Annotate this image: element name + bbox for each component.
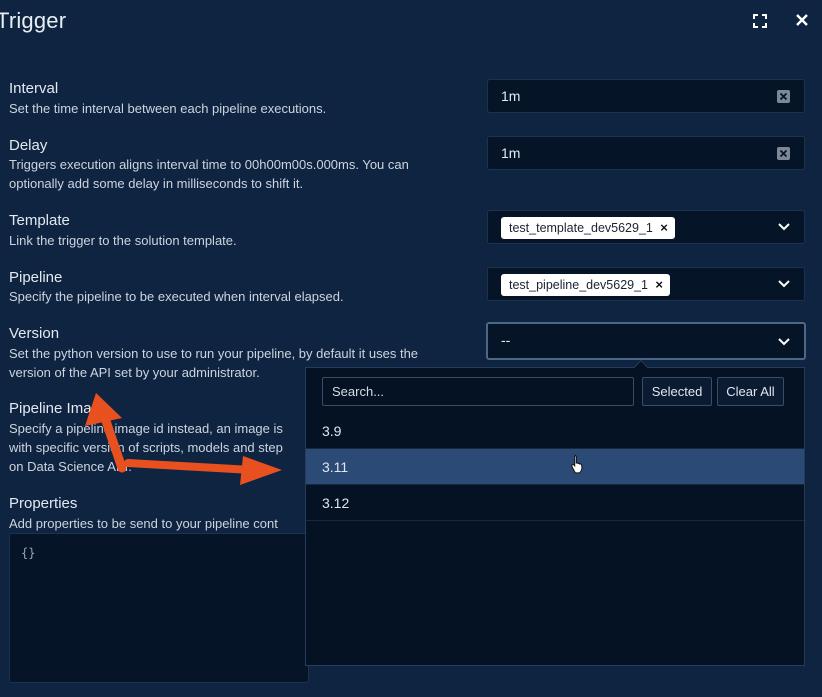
- clear-icon[interactable]: [777, 90, 790, 103]
- pipeline-image-label: Pipeline Image: [9, 400, 109, 417]
- interval-label: Interval: [9, 80, 59, 97]
- template-chip: test_template_dev5629_1 ×: [501, 217, 675, 239]
- properties-editor[interactable]: {}: [9, 533, 309, 683]
- version-value: --: [501, 332, 511, 348]
- delay-input[interactable]: [488, 137, 804, 169]
- version-help-line2: version of the API set by your administr…: [9, 365, 260, 380]
- version-label: Version: [9, 325, 60, 342]
- annotation-arrow-right: [124, 456, 282, 485]
- properties-value: {}: [21, 546, 36, 560]
- delay-help-line2: optionally add some delay in millisecond…: [9, 176, 304, 191]
- hand-cursor-icon: [570, 454, 586, 474]
- dropdown-search-input[interactable]: [323, 378, 633, 405]
- delay-field[interactable]: [487, 136, 805, 170]
- dialog-title: Trigger: [0, 8, 67, 33]
- pipeline-label: Pipeline: [9, 269, 63, 286]
- pipeline-chip-label: test_pipeline_dev5629_1: [509, 278, 649, 292]
- selected-button[interactable]: Selected: [642, 377, 712, 406]
- delay-help-line1: Triggers execution aligns interval time …: [9, 157, 409, 172]
- interval-help: Set the time interval between each pipel…: [9, 101, 327, 116]
- version-option-list: 3.9 3.11 3.12: [306, 413, 804, 521]
- delay-label: Delay: [9, 137, 48, 154]
- interval-input[interactable]: [488, 80, 804, 112]
- pipeline-help: Specify the pipeline to be executed when…: [9, 289, 344, 304]
- template-chip-label: test_template_dev5629_1: [509, 221, 653, 235]
- version-option[interactable]: 3.9: [306, 413, 804, 449]
- properties-label: Properties: [9, 495, 78, 512]
- template-select[interactable]: test_template_dev5629_1 ×: [487, 210, 805, 244]
- pipeline-image-help-line1: Specify a pipeline image id instead, an …: [9, 421, 283, 436]
- version-option-highlighted[interactable]: 3.11: [306, 449, 804, 485]
- pipeline-image-help-line3: on Data Science API.: [9, 459, 132, 474]
- version-select[interactable]: --: [486, 322, 806, 360]
- chevron-down-icon[interactable]: [778, 338, 790, 346]
- dropdown-search[interactable]: [322, 377, 634, 406]
- dropdown-pointer: [633, 359, 649, 375]
- chevron-down-icon[interactable]: [778, 223, 790, 231]
- properties-help: Add properties to be send to your pipeli…: [9, 516, 278, 531]
- expand-icon[interactable]: [752, 13, 768, 29]
- pipeline-image-help-line2: with specific version of scripts, models…: [9, 440, 283, 455]
- version-dropdown-panel: Selected Clear All 3.9 3.11 3.12: [305, 359, 805, 666]
- pipeline-select[interactable]: test_pipeline_dev5629_1 ×: [487, 267, 805, 301]
- chevron-down-icon[interactable]: [778, 280, 790, 288]
- template-label: Template: [9, 212, 70, 229]
- trigger-dialog: Trigger Interval Set the time interval b…: [0, 0, 822, 697]
- pipeline-chip: test_pipeline_dev5629_1 ×: [501, 274, 671, 296]
- chip-remove-icon[interactable]: ×: [660, 217, 668, 239]
- clear-icon[interactable]: [777, 147, 790, 160]
- chip-remove-icon[interactable]: ×: [655, 274, 663, 296]
- interval-field[interactable]: [487, 79, 805, 113]
- template-help: Link the trigger to the solution templat…: [9, 233, 237, 248]
- clear-all-button[interactable]: Clear All: [717, 377, 784, 406]
- close-icon[interactable]: [795, 13, 811, 29]
- version-help-line1: Set the python version to use to run you…: [9, 346, 419, 361]
- version-option[interactable]: 3.12: [306, 485, 804, 521]
